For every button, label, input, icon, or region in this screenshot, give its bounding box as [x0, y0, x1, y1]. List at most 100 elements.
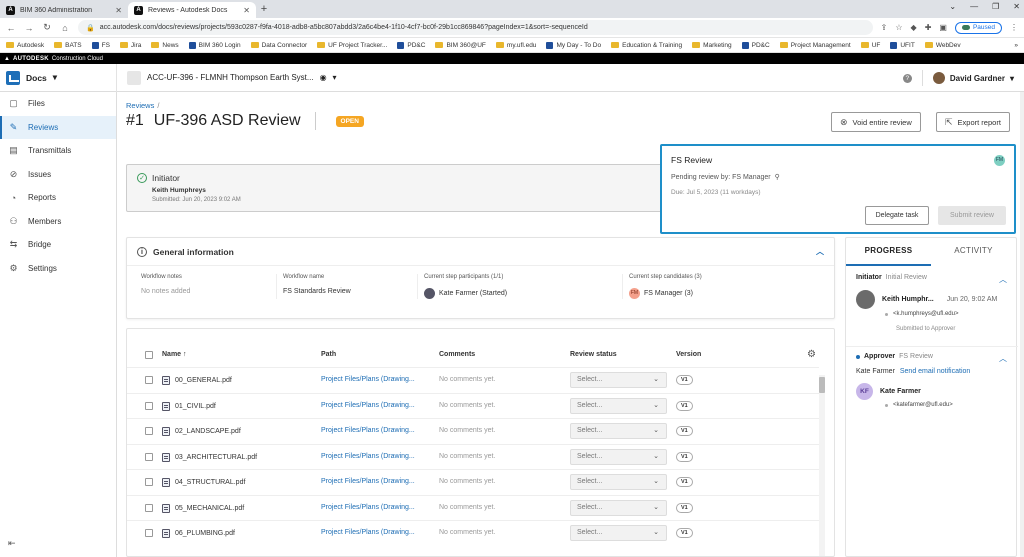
browser-tab-reviews[interactable]: A Reviews - Autodesk Docs ✕: [128, 2, 256, 18]
sidebar-item-files[interactable]: ▢ Files: [0, 92, 116, 116]
sidebar-item-reviews[interactable]: ✎ Reviews: [0, 115, 116, 139]
version-badge[interactable]: V1: [676, 426, 693, 436]
table-row[interactable]: 06_PLUMBING.pdf Project Files/Plans (Draw…: [127, 520, 819, 546]
file-name-cell[interactable]: 05_MECHANICAL.pdf: [162, 503, 244, 513]
row-checkbox[interactable]: [145, 478, 153, 486]
file-name-cell[interactable]: 01_CIVIL.pdf: [162, 401, 216, 411]
review-status-select[interactable]: Select... ⌄: [570, 423, 667, 439]
file-name-cell[interactable]: 04_STRUCTURAL.pdf: [162, 478, 245, 487]
chevron-up-icon[interactable]: ︿: [999, 274, 1007, 285]
chevron-up-icon[interactable]: ︿: [816, 246, 824, 257]
browser-tab-bim360[interactable]: A BIM 360 Administration ✕: [0, 2, 128, 18]
column-header-comments[interactable]: Comments: [439, 351, 475, 358]
tab-progress[interactable]: PROGRESS: [846, 238, 931, 266]
star-icon[interactable]: ☆: [895, 23, 902, 32]
candidate-name[interactable]: FS Manager (3): [644, 290, 693, 297]
bookmark-item[interactable]: Project Management: [779, 42, 851, 49]
column-header-path[interactable]: Path: [321, 351, 336, 358]
minimize-icon[interactable]: —: [970, 2, 978, 11]
puzzle-icon[interactable]: ✚: [925, 23, 932, 32]
table-scrollbar[interactable]: [819, 375, 825, 556]
help-icon[interactable]: ?: [902, 73, 912, 83]
row-checkbox[interactable]: [145, 529, 153, 537]
file-path-link[interactable]: Project Files/Plans (Drawing...: [321, 427, 415, 434]
bookmark-item[interactable]: UF: [860, 42, 880, 49]
bookmark-item[interactable]: Marketing: [692, 42, 732, 49]
scrollbar-thumb[interactable]: [819, 377, 825, 393]
review-status-select[interactable]: Select... ⌄: [570, 525, 667, 541]
file-path-link[interactable]: Project Files/Plans (Drawing...: [321, 376, 415, 383]
bookmark-item[interactable]: PD&C: [397, 41, 425, 49]
version-badge[interactable]: V1: [676, 400, 693, 411]
review-status-select[interactable]: Select... ⌄: [570, 499, 667, 516]
chevron-up-icon[interactable]: ︿: [999, 353, 1007, 364]
reload-icon[interactable]: ↻: [42, 22, 52, 33]
bookmark-item[interactable]: Autodesk: [6, 42, 44, 49]
url-input[interactable]: 🔒 acc.autodesk.com/docs/reviews/projects…: [78, 20, 873, 35]
tab-activity[interactable]: ACTIVITY: [931, 238, 1016, 266]
bookmark-item[interactable]: Data Connector: [250, 42, 307, 49]
bookmark-item[interactable]: WebDev: [924, 42, 961, 49]
bookmark-item[interactable]: Education & Training: [611, 42, 682, 49]
row-checkbox[interactable]: [145, 427, 153, 435]
sidebar-item-transmittals[interactable]: ▤ Transmittals: [0, 139, 116, 163]
file-path-link[interactable]: Project Files/Plans (Drawing...: [321, 529, 415, 536]
table-row[interactable]: 00_GENERAL.pdf Project Files/Plans (Drawi…: [127, 367, 819, 393]
bookmark-item[interactable]: BIM 360 Login: [188, 41, 241, 49]
send-email-notification-link[interactable]: Send email notification: [900, 368, 970, 375]
restore-icon[interactable]: ❐: [992, 2, 999, 11]
breadcrumb-reviews-link[interactable]: Reviews: [126, 101, 154, 110]
extension-icon[interactable]: ◆: [911, 23, 917, 32]
close-icon[interactable]: ✕: [243, 6, 250, 15]
gear-icon[interactable]: ⚙: [807, 349, 816, 360]
forward-icon[interactable]: →: [24, 23, 34, 33]
page-scrollbar[interactable]: [1020, 92, 1024, 557]
bookmark-item[interactable]: My Day - To Do: [546, 41, 601, 49]
file-name-cell[interactable]: 03_ARCHITECTURAL.pdf: [162, 452, 257, 462]
bookmark-item[interactable]: UFIT: [890, 41, 915, 49]
version-badge[interactable]: V1: [676, 477, 693, 487]
close-window-icon[interactable]: ✕: [1013, 2, 1020, 11]
void-review-button[interactable]: ⊗ Void entire review: [831, 112, 921, 132]
collapse-sidebar-icon[interactable]: ⇤: [8, 538, 16, 549]
file-path-link[interactable]: Project Files/Plans (Drawing...: [321, 402, 415, 409]
file-path-link[interactable]: Project Files/Plans (Drawing...: [321, 504, 415, 511]
bookmark-item[interactable]: my.ufl.edu: [495, 42, 536, 49]
user-menu[interactable]: David Gardner ▾: [932, 72, 1014, 84]
bookmark-item[interactable]: News: [151, 42, 179, 49]
bookmark-item[interactable]: FS: [91, 41, 110, 49]
table-row[interactable]: 03_ARCHITECTURAL.pdf Project Files/Plans …: [127, 443, 819, 470]
table-row[interactable]: 01_CIVIL.pdf Project Files/Plans (Drawing…: [127, 392, 819, 419]
review-status-select[interactable]: Select... ⌄: [570, 397, 667, 414]
sidepanel-icon[interactable]: ▣: [939, 23, 947, 32]
sidebar-item-reports[interactable]: ◔ Reports: [0, 186, 116, 210]
sidebar-item-members[interactable]: ⚇ Members: [0, 210, 116, 234]
project-selector[interactable]: ACC-UF-396 - FLMNH Thompson Earth Syst..…: [117, 70, 337, 85]
close-icon[interactable]: ✕: [115, 6, 122, 15]
row-checkbox[interactable]: [145, 401, 153, 410]
select-all-checkbox[interactable]: [145, 351, 153, 359]
sidebar-item-settings[interactable]: ⚙ Settings: [0, 257, 116, 281]
sidebar-item-issues[interactable]: ⊘ Issues: [0, 163, 116, 187]
row-checkbox[interactable]: [145, 376, 153, 384]
delegate-task-button[interactable]: Delegate task: [865, 206, 929, 225]
module-switcher[interactable]: Docs ▾: [0, 63, 117, 92]
table-row[interactable]: 05_MECHANICAL.pdf Project Files/Plans (Dr…: [127, 494, 819, 521]
table-row[interactable]: 04_STRUCTURAL.pdf Project Files/Plans (Dr…: [127, 469, 819, 495]
profile-paused-button[interactable]: Paused: [954, 21, 1002, 34]
general-information-header[interactable]: i General information ︿: [127, 238, 834, 266]
bookmark-item[interactable]: BIM 360@UF: [435, 42, 486, 49]
more-bookmarks-icon[interactable]: »: [1014, 42, 1018, 49]
column-header-name[interactable]: Name ↑: [162, 351, 187, 358]
menu-dots-icon[interactable]: ⋮: [1010, 23, 1018, 32]
back-icon[interactable]: ←: [6, 23, 16, 33]
new-tab-button[interactable]: +: [256, 2, 272, 18]
version-badge[interactable]: V1: [676, 528, 693, 538]
bookmark-item[interactable]: UF Project Tracker...: [317, 42, 387, 49]
review-status-select[interactable]: Select... ⌄: [570, 372, 667, 388]
version-badge[interactable]: V1: [676, 375, 693, 385]
version-badge[interactable]: V1: [676, 451, 693, 462]
table-row[interactable]: 02_LANDSCAPE.pdf Project Files/Plans (Dra…: [127, 418, 819, 444]
submit-review-button[interactable]: Submit review: [938, 206, 1006, 225]
home-icon[interactable]: ⌂: [60, 23, 70, 33]
